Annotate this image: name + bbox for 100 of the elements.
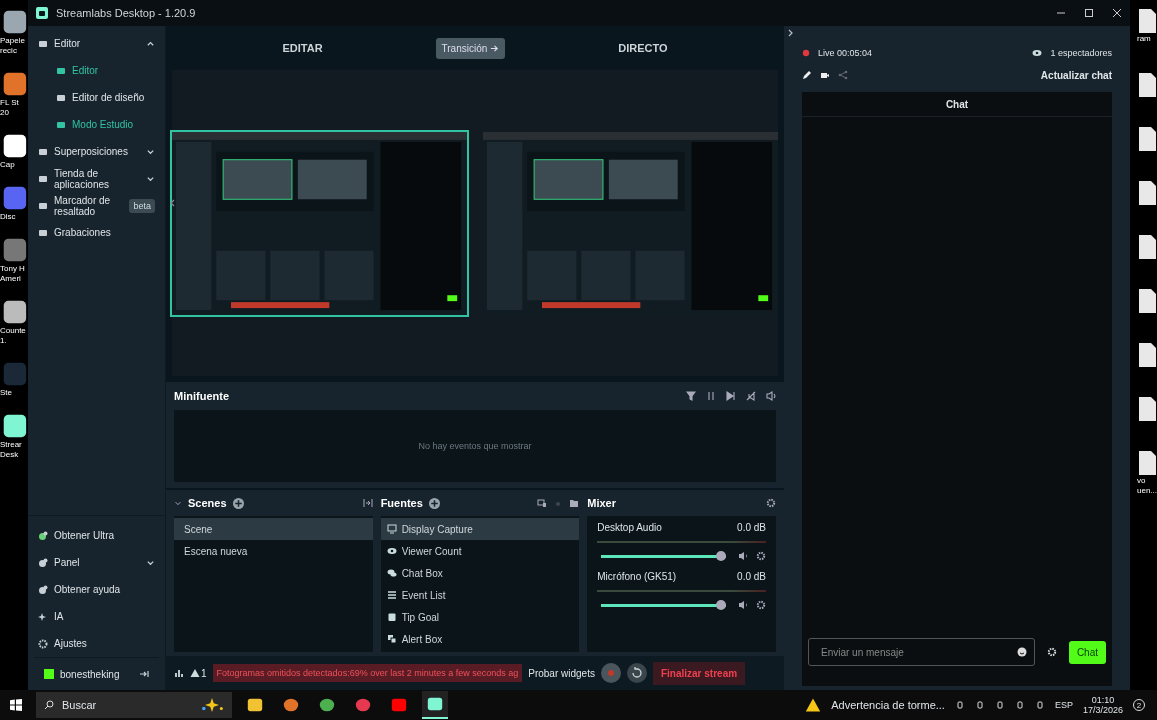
- close-icon[interactable]: [1112, 8, 1122, 18]
- warning-icon[interactable]: [805, 697, 822, 713]
- warning-icon[interactable]: [190, 668, 200, 678]
- end-stream-button[interactable]: Finalizar stream: [652, 661, 746, 685]
- file-icon[interactable]: [1137, 72, 1157, 98]
- channel-reading: 0.0 dB: [737, 522, 766, 533]
- nav-item[interactable]: Grabaciones: [28, 219, 165, 246]
- file-icon[interactable]: [1137, 180, 1157, 206]
- test-widgets-button[interactable]: Probar widgets: [528, 667, 595, 679]
- desktop-shortcut-label: FL St: [0, 98, 19, 108]
- desktop-shortcut-label: vo: [1137, 476, 1146, 486]
- message-field[interactable]: Enviar un mensaje: [808, 638, 1035, 666]
- filter-icon[interactable]: [686, 391, 696, 401]
- desktop-shortcut-label: 1.: [0, 336, 7, 346]
- add-icon[interactable]: [428, 497, 440, 509]
- source-item[interactable]: Event List: [380, 584, 580, 606]
- source-icon[interactable]: [537, 498, 548, 508]
- file-icon[interactable]: [1137, 450, 1157, 476]
- mute-icon[interactable]: [746, 391, 756, 401]
- search-field[interactable]: Buscar: [36, 692, 232, 718]
- alert-count: 1: [201, 667, 207, 679]
- skip-icon[interactable]: [726, 391, 736, 401]
- calendar-icon: [386, 612, 397, 622]
- transition-button[interactable]: Transición: [435, 37, 506, 59]
- emoji-icon[interactable]: [1016, 647, 1027, 657]
- nav-subitem[interactable]: Editor: [28, 57, 165, 84]
- refresh-chat-button[interactable]: Actualizar chat: [1040, 69, 1112, 81]
- live-dot-icon: [802, 49, 810, 57]
- replay-icon[interactable]: [626, 663, 647, 683]
- nav-item[interactable]: Obtener ayuda: [28, 576, 165, 603]
- desktop-shortcut-label: Papele: [0, 36, 25, 46]
- source-item[interactable]: Alert Box: [380, 628, 580, 650]
- source-item[interactable]: Tip Goal: [380, 606, 580, 628]
- settings-icon[interactable]: [756, 600, 766, 610]
- panel-title: Scenes: [188, 497, 227, 509]
- transition-icon[interactable]: [362, 498, 373, 508]
- volume-icon[interactable]: [766, 391, 776, 401]
- panel-title: Minifuente: [174, 390, 229, 402]
- panel-title: Mixer: [587, 497, 617, 509]
- file-icon[interactable]: [1137, 126, 1157, 152]
- desktop-shortcut-label: Ste: [0, 388, 12, 398]
- scene-item[interactable]: Scene: [174, 518, 373, 540]
- volume-icon[interactable]: [738, 551, 748, 561]
- settings-icon[interactable]: [1046, 647, 1057, 657]
- source-item[interactable]: Chat Box: [380, 562, 580, 584]
- file-icon[interactable]: [1137, 288, 1157, 314]
- desktop-shortcut-label: Tony H: [0, 264, 25, 274]
- pencil-icon[interactable]: [802, 70, 812, 80]
- chat-bubbles-icon: [386, 568, 397, 578]
- error-message: Fotogramas omitidos detectados:69% over last 2 minutes a few seconds ag: [212, 664, 523, 682]
- nav-item[interactable]: IA: [28, 603, 165, 630]
- maximize-icon[interactable]: [1084, 8, 1094, 18]
- desktop-shortcut-label: ram: [1137, 34, 1151, 44]
- eye-icon: [1032, 48, 1043, 58]
- logout-icon[interactable]: [139, 669, 149, 679]
- nav-item[interactable]: Tienda de aplicaciones: [28, 165, 165, 192]
- settings-icon[interactable]: [766, 498, 776, 508]
- bar-chart-icon[interactable]: [174, 668, 184, 678]
- add-icon[interactable]: [232, 497, 244, 509]
- live-mode-label: DIRECTO: [618, 42, 668, 54]
- weather-alert[interactable]: Advertencia de torme...: [831, 699, 945, 711]
- clock-date: 17/3/2026: [1082, 705, 1123, 715]
- settings-icon[interactable]: [756, 551, 766, 561]
- source-item[interactable]: Viewer Count: [380, 540, 580, 562]
- file-icon[interactable]: [1137, 396, 1157, 422]
- file-icon[interactable]: [1137, 342, 1157, 368]
- source-item[interactable]: Display Capture: [380, 518, 580, 540]
- empty-message: No hay eventos que mostrar: [418, 441, 532, 451]
- nav-item[interactable]: Editor: [28, 30, 165, 57]
- desktop-shortcut-label: uen...: [1137, 486, 1157, 496]
- stacked-squares-icon: [386, 634, 397, 644]
- file-icon[interactable]: [1137, 234, 1157, 260]
- eye-icon: [386, 546, 397, 556]
- nav-item[interactable]: Panel: [28, 549, 165, 576]
- nav-item[interactable]: Obtener Ultra: [28, 522, 165, 549]
- language-indicator[interactable]: ESP: [1054, 700, 1073, 710]
- send-chat-button[interactable]: Chat: [1068, 640, 1106, 664]
- app-logo-icon[interactable]: [422, 691, 448, 719]
- file-icon[interactable]: [1137, 8, 1157, 34]
- window-title: Streamlabs Desktop - 1.20.9: [56, 7, 196, 19]
- nav-subitem[interactable]: Modo Estudio: [28, 111, 165, 138]
- sparkle-icon: [200, 698, 224, 712]
- record-icon[interactable]: [600, 663, 621, 683]
- chat-tab[interactable]: Chat: [802, 92, 1112, 117]
- nav-subitem[interactable]: Editor de diseño: [28, 84, 165, 111]
- start-icon[interactable]: [10, 699, 22, 711]
- pause-icon[interactable]: [706, 391, 716, 401]
- kick-logo-icon: [44, 669, 54, 679]
- monitor-icon: [386, 524, 397, 534]
- volume-icon[interactable]: [738, 600, 748, 610]
- desktop-shortcut-label: Counte: [0, 326, 26, 336]
- scene-item[interactable]: Escena nueva: [174, 540, 373, 562]
- beta-badge: beta: [129, 198, 155, 213]
- desktop-shortcut-label: Disc: [0, 212, 16, 222]
- nav-item[interactable]: Ajustes: [28, 630, 165, 657]
- nav-item[interactable]: Marcador de resaltado beta: [28, 192, 165, 219]
- folder-icon[interactable]: [569, 498, 580, 508]
- share-icon[interactable]: [838, 70, 848, 80]
- gear-icon: [38, 638, 48, 649]
- nav-item[interactable]: Superposiciones: [28, 138, 165, 165]
